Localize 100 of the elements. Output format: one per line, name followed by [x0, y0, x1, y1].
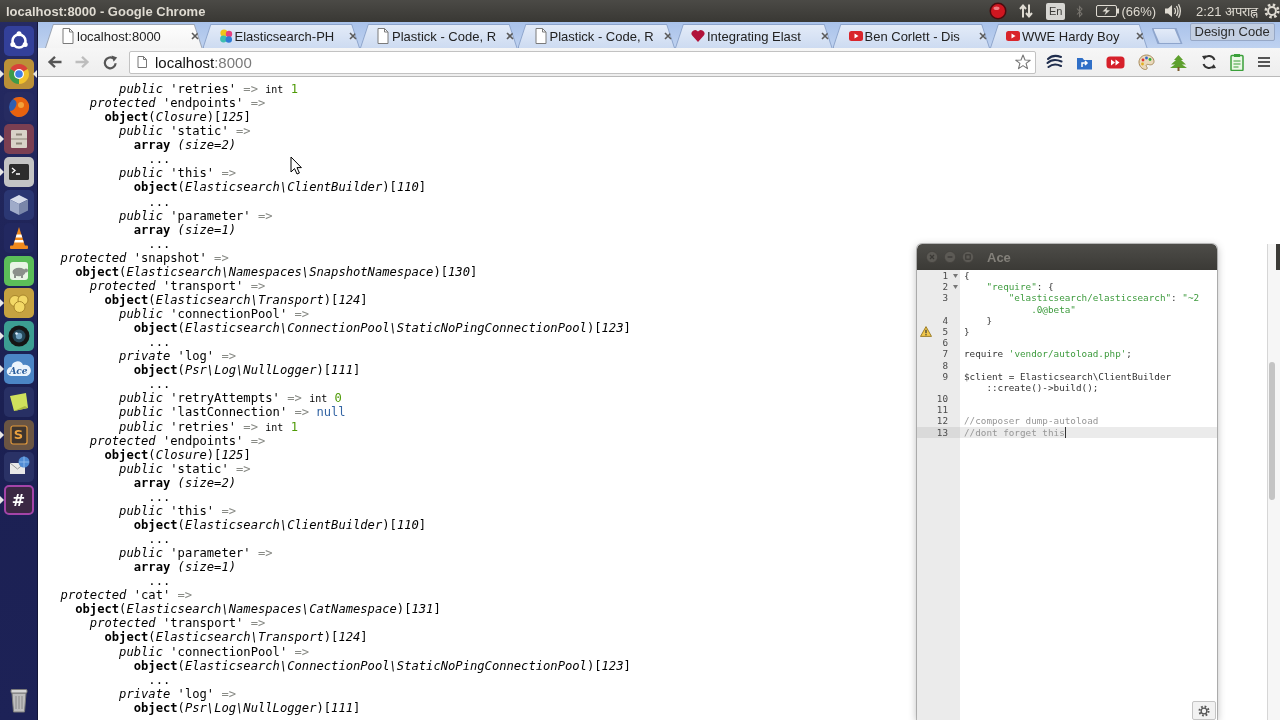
browser-tab[interactable]: Elasticsearch-PH: [202, 24, 360, 48]
close-icon[interactable]: [505, 31, 515, 41]
launcher-item[interactable]: S: [0, 419, 37, 450]
code-line: $client = Elasticsearch\ClientBuilder: [964, 370, 1172, 382]
launcher-item[interactable]: [0, 157, 37, 188]
close-icon[interactable]: [1135, 31, 1145, 41]
dump-line: object(Elasticsearch\Transport)[124]: [104, 630, 368, 645]
launcher-item[interactable]: Ace: [0, 353, 37, 384]
launcher-item[interactable]: [0, 321, 37, 352]
letter-tile-icon: [3, 419, 34, 450]
settings-button[interactable]: [1192, 701, 1216, 720]
dump-line: public 'this' =>: [119, 166, 237, 181]
battery-icon[interactable]: [1096, 5, 1120, 17]
dump-line: object(Elasticsearch\ClientBuilder)[110]: [133, 180, 427, 195]
sync-icon[interactable]: [1200, 54, 1217, 70]
launcher-item[interactable]: [0, 58, 37, 89]
dump-line: object(Psr\Log\NullLogger)[111]: [133, 700, 361, 715]
scrollbar[interactable]: [1269, 362, 1275, 500]
code-line: "elasticsearch/elasticsearch": "~2: [1007, 292, 1200, 304]
line-number: 12: [936, 415, 948, 427]
app-logo-text: #: [11, 490, 26, 510]
line-number: 4: [942, 314, 948, 326]
dump-line: array (size=1): [133, 222, 237, 237]
wheel-logo-icon: [3, 58, 34, 89]
browser-tab[interactable]: Plastick - Code, R: [517, 24, 675, 48]
dump-line: private 'log' =>: [119, 349, 237, 364]
dump-line: ...: [148, 672, 171, 687]
gear-icon[interactable]: [1264, 3, 1280, 19]
terminal-icon: [3, 157, 34, 188]
launcher-item[interactable]: [0, 288, 37, 319]
drawer-icon: [3, 124, 34, 155]
dump-line: public 'lastConnection' => null: [119, 405, 346, 420]
menu-icon[interactable]: [1257, 55, 1271, 69]
dump-line: public 'static' =>: [119, 461, 251, 476]
hash-tile-icon: [3, 485, 34, 516]
volume-icon[interactable]: [1164, 3, 1183, 19]
line-number: 5: [942, 325, 948, 338]
back-arrow-icon[interactable]: [47, 55, 62, 69]
line-number: 9: [942, 370, 948, 382]
dump-line: object(Elasticsearch\ClientBuilder)[110]: [133, 517, 427, 532]
network-arrows-icon[interactable]: [1018, 3, 1033, 19]
dump-line: protected 'snapshot' =>: [60, 250, 229, 265]
browser-tab[interactable]: Plastick - Code, R: [360, 24, 518, 48]
dump-line: public 'connectionPool' =>: [119, 644, 310, 659]
swirl-icon[interactable]: [1046, 53, 1063, 71]
browser-tab[interactable]: WWE Hardy Boy: [990, 24, 1148, 48]
launcher-item[interactable]: #: [0, 485, 37, 516]
page-icon: [376, 28, 390, 44]
close-icon[interactable]: [190, 31, 200, 41]
code-line: require 'vendor/autoload.php';: [964, 348, 1132, 360]
heart-icon: [691, 28, 705, 44]
mouse-pointer-icon: [290, 156, 302, 175]
code-line: //dont forget this: [964, 426, 1065, 438]
dump-line: public 'retries' => int 1: [119, 419, 298, 434]
dump-line: public 'connectionPool' =>: [119, 307, 310, 322]
lens-icon: [3, 321, 34, 352]
dump-line: protected 'endpoints' =>: [89, 433, 266, 448]
dump-line: protected 'transport' =>: [89, 616, 266, 631]
browser-tab[interactable]: Ben Corlett - Dis: [832, 24, 990, 48]
cluster-logo-icon: [218, 28, 233, 44]
fold-arrow-icon[interactable]: [953, 285, 958, 290]
app-logo-text: S: [13, 427, 24, 443]
settings-icon: [1198, 704, 1210, 717]
close-icon[interactable]: [820, 31, 830, 41]
code-line: "require": {: [985, 281, 1054, 293]
cloud-icon: [3, 353, 34, 384]
clock[interactable]: 2:21 अपराह्न: [1196, 2, 1258, 20]
reload-icon[interactable]: [103, 54, 118, 70]
cube-icon: [3, 190, 34, 220]
text-cursor: [1064, 426, 1066, 438]
blob-icon: [3, 288, 34, 319]
dump-line: object(Elasticsearch\ConnectionPool\StaticNoPingConnectionPool)[123]: [133, 658, 631, 673]
record-icon[interactable]: [988, 2, 1007, 20]
profile-button[interactable]: Design Code: [1189, 23, 1275, 41]
browser-tab[interactable]: Integrating Elast: [675, 24, 833, 48]
star-icon[interactable]: [1015, 54, 1031, 70]
keyboard-layout-indicator[interactable]: En: [1045, 2, 1066, 20]
sticky-note-icon: [3, 386, 34, 417]
dump-line: public 'this' =>: [119, 503, 237, 518]
code-line: ::create()->build();: [986, 381, 1099, 394]
address-bar[interactable]: localhost:8000: [129, 50, 1036, 74]
close-icon[interactable]: [662, 31, 673, 41]
close-icon[interactable]: [977, 31, 988, 41]
dump-line: ...: [148, 236, 171, 251]
dump-line: object(Elasticsearch\Transport)[124]: [104, 292, 368, 307]
code-line: }: [985, 314, 992, 326]
dump-line: ...: [148, 489, 171, 504]
palette-icon[interactable]: [1138, 53, 1156, 71]
fold-arrow-icon[interactable]: [953, 274, 958, 278]
dump-line: ...: [148, 574, 171, 589]
clipboard-icon[interactable]: [1229, 53, 1244, 71]
close-icon[interactable]: [347, 31, 358, 41]
app-logo-text: Ace: [9, 366, 28, 377]
dump-line: public 'parameter' =>: [119, 546, 273, 561]
play-badge-icon: [1006, 28, 1020, 44]
dump-line: public 'retryAttempts' => int 0: [119, 391, 342, 406]
launcher-item[interactable]: [0, 124, 37, 155]
tree-icon[interactable]: [1168, 53, 1188, 71]
dump-line: private 'log' =>: [119, 686, 237, 701]
browser-tab[interactable]: localhost:8000: [45, 24, 203, 48]
